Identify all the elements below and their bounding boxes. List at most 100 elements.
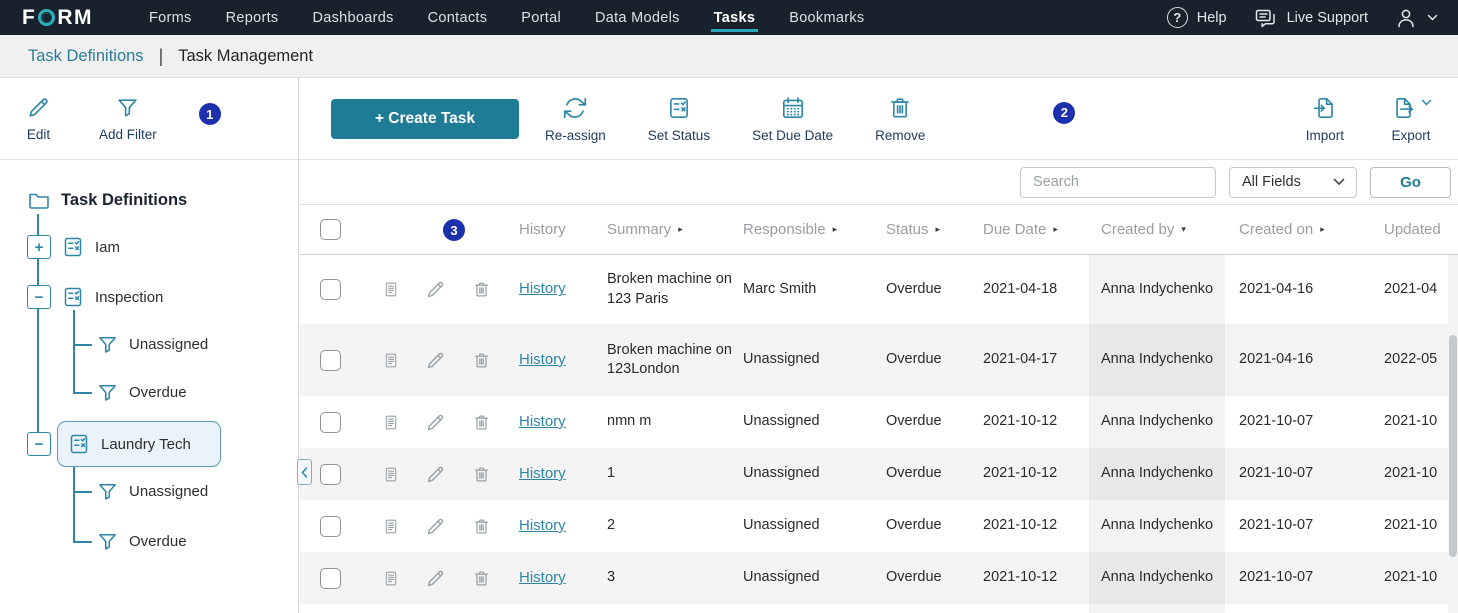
cell-updated: 2021-10	[1370, 516, 1458, 535]
cell-created-on: 2021-10-07	[1225, 568, 1370, 587]
collapse-icon[interactable]: −	[27, 285, 51, 309]
user-menu[interactable]	[1394, 6, 1438, 30]
edit-row-icon[interactable]	[425, 516, 446, 537]
column-header-responsible[interactable]: Responsible▸	[733, 221, 876, 238]
cell-summary: 2	[597, 516, 733, 535]
tree-root-task-definitions[interactable]: Task Definitions	[27, 188, 187, 212]
history-link[interactable]: History	[519, 465, 566, 482]
cell-due-date: 2021-04-17	[971, 350, 1089, 369]
filter-icon	[96, 530, 119, 553]
column-header-status[interactable]: Status▸	[876, 221, 971, 238]
breadcrumb-task-definitions[interactable]: Task Definitions	[28, 47, 144, 66]
cell-created-by: Anna Indychenko	[1089, 552, 1225, 604]
sidebar-collapse-button[interactable]	[297, 459, 312, 485]
row-checkbox[interactable]	[320, 412, 341, 433]
history-link[interactable]: History	[519, 569, 566, 586]
user-icon	[1394, 6, 1418, 30]
delete-row-icon[interactable]	[472, 413, 491, 432]
column-header-summary[interactable]: Summary▸	[597, 221, 733, 238]
app-logo[interactable]: F RM	[22, 6, 93, 30]
nav-item-contacts[interactable]: Contacts	[428, 1, 488, 35]
tree-filter-inspection-overdue[interactable]: Overdue	[96, 381, 187, 404]
set-status-button[interactable]: Set Status	[648, 95, 710, 143]
delete-row-icon[interactable]	[472, 465, 491, 484]
vertical-scrollbar[interactable]	[1448, 255, 1458, 613]
nav-item-tasks[interactable]: Tasks	[714, 1, 756, 35]
task-definition-icon	[67, 432, 91, 456]
tree-filter-inspection-unassigned[interactable]: Unassigned	[96, 333, 208, 356]
task-document-icon[interactable]	[383, 351, 399, 370]
history-link[interactable]: History	[519, 413, 566, 430]
cell-status: Overdue	[876, 516, 971, 535]
tree-item-label: Iam	[95, 239, 120, 256]
expand-icon[interactable]: +	[27, 235, 51, 259]
column-header-created-by[interactable]: Created by▾	[1089, 221, 1225, 238]
task-document-icon[interactable]	[383, 517, 399, 536]
main-panel: + Create Task Re-assign Set Status	[299, 78, 1458, 613]
remove-button[interactable]: Remove	[875, 95, 925, 143]
reassign-button[interactable]: Re-assign	[545, 95, 606, 143]
nav-item-data-models[interactable]: Data Models	[595, 1, 680, 35]
edit-button[interactable]: Edit	[26, 95, 51, 142]
tree-line	[73, 491, 92, 493]
content-area: Edit Add Filter 1	[0, 78, 1458, 613]
field-select[interactable]: All Fields	[1229, 167, 1357, 198]
nav-item-dashboards[interactable]: Dashboards	[312, 1, 393, 35]
row-checkbox[interactable]	[320, 464, 341, 485]
tree-filter-laundry-unassigned[interactable]: Unassigned	[96, 480, 208, 503]
tree-item-laundry-tech-toggle[interactable]: −	[27, 432, 51, 456]
import-button[interactable]: Import	[1306, 95, 1344, 143]
set-status-label: Set Status	[648, 128, 710, 143]
tree-filter-laundry-overdue[interactable]: Overdue	[96, 530, 187, 553]
add-filter-button[interactable]: Add Filter	[99, 95, 157, 142]
chat-icon	[1253, 6, 1278, 30]
set-due-date-button[interactable]: Set Due Date	[752, 95, 833, 143]
task-document-icon[interactable]	[383, 280, 399, 299]
delete-row-icon[interactable]	[472, 569, 491, 588]
tree-line	[37, 214, 39, 235]
select-all-checkbox[interactable]	[320, 219, 341, 240]
create-task-button[interactable]: + Create Task	[331, 99, 519, 139]
row-checkbox[interactable]	[320, 279, 341, 300]
delete-row-icon[interactable]	[472, 280, 491, 299]
cell-updated: 2022-05	[1370, 350, 1458, 369]
delete-row-icon[interactable]	[472, 517, 491, 536]
export-button[interactable]: Export	[1390, 95, 1432, 143]
nav-item-portal[interactable]: Portal	[521, 1, 561, 35]
edit-row-icon[interactable]	[425, 568, 446, 589]
row-checkbox[interactable]	[320, 350, 341, 371]
tree-item-inspection[interactable]: − Inspection	[27, 285, 163, 309]
column-header-due-date[interactable]: Due Date▸	[971, 221, 1089, 238]
scrollbar-thumb[interactable]	[1449, 335, 1457, 557]
tree-item-iam[interactable]: + Iam	[27, 235, 120, 259]
cell-created-on: 2021-04-16	[1225, 350, 1370, 369]
step-badge-2: 2	[1053, 102, 1075, 124]
filter-icon	[96, 480, 119, 503]
nav-item-forms[interactable]: Forms	[149, 1, 192, 35]
task-document-icon[interactable]	[383, 569, 399, 588]
edit-row-icon[interactable]	[425, 412, 446, 433]
collapse-icon[interactable]: −	[27, 432, 51, 456]
history-link[interactable]: History	[519, 517, 566, 534]
row-checkbox[interactable]	[320, 516, 341, 537]
help-button[interactable]: Help	[1167, 7, 1227, 28]
delete-row-icon[interactable]	[472, 351, 491, 370]
cell-status: Overdue	[876, 412, 971, 431]
task-document-icon[interactable]	[383, 413, 399, 432]
edit-row-icon[interactable]	[425, 464, 446, 485]
edit-row-icon[interactable]	[425, 350, 446, 371]
row-checkbox[interactable]	[320, 568, 341, 589]
history-link[interactable]: History	[519, 280, 566, 297]
nav-item-reports[interactable]: Reports	[226, 1, 279, 35]
column-header-created-on[interactable]: Created on▸	[1225, 221, 1370, 238]
task-document-icon[interactable]	[383, 465, 399, 484]
nav-item-bookmarks[interactable]: Bookmarks	[789, 1, 864, 35]
edit-row-icon[interactable]	[425, 279, 446, 300]
table-filler-row	[299, 604, 1458, 613]
tree-item-laundry-tech-selected[interactable]: Laundry Tech	[57, 421, 221, 467]
filter-icon	[96, 381, 119, 404]
search-input[interactable]	[1020, 167, 1216, 198]
go-button[interactable]: Go	[1370, 167, 1451, 198]
history-link[interactable]: History	[519, 351, 566, 368]
live-support-button[interactable]: Live Support	[1253, 6, 1368, 30]
